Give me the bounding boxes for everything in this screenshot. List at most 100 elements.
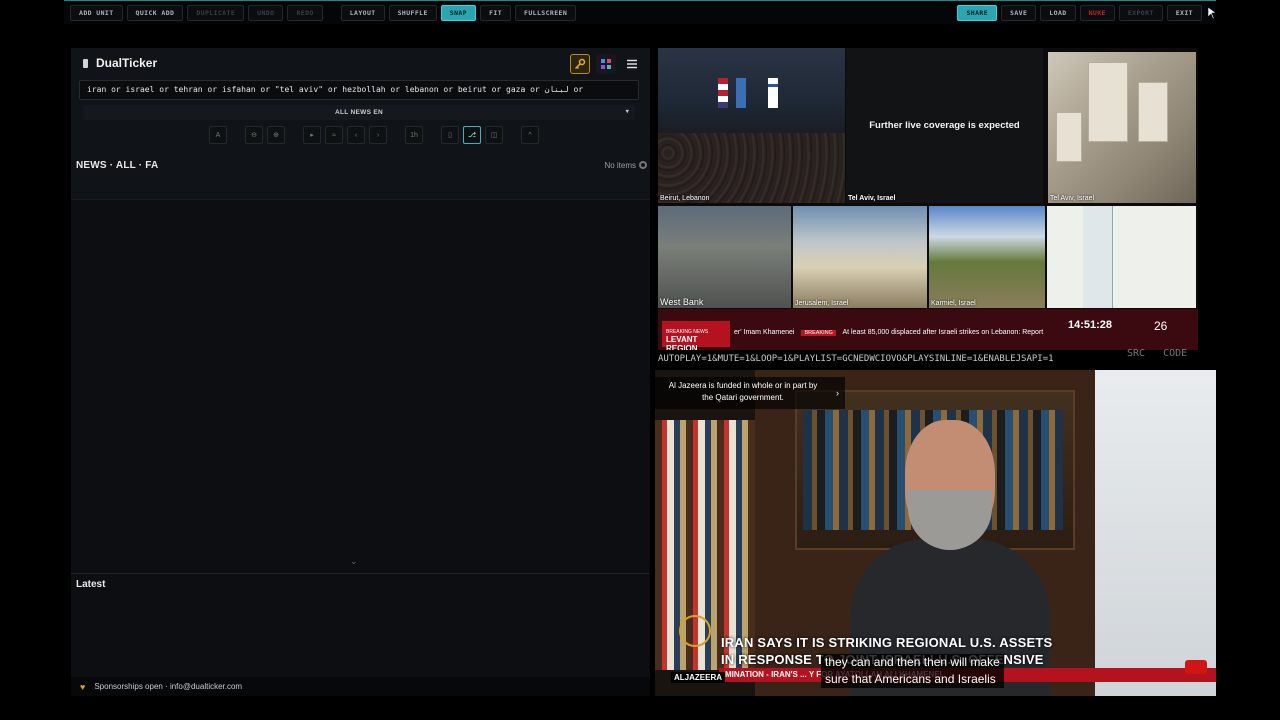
ticker-day: 26 <box>1154 319 1168 333</box>
top-toolbar: ADD UNIT QUICK ADD DUPLICATE UNDO REDO L… <box>64 0 1216 24</box>
funding-notice[interactable]: Al Jazeera is funded in whole or in part… <box>655 377 845 409</box>
item-count: No items <box>604 161 636 170</box>
font-toggle-button[interactable]: A <box>209 126 227 144</box>
brand-logo-icon <box>83 58 88 68</box>
aljazeera-logo-icon <box>679 615 711 647</box>
exit-button[interactable]: EXIT <box>1166 4 1202 21</box>
nuke-button[interactable]: NUKE <box>1079 4 1115 21</box>
settings-gear-icon[interactable] <box>639 161 647 169</box>
video-wall: Beirut, Lebanon Further live coverage is… <box>658 48 1198 350</box>
brand-name: DualTicker <box>96 56 158 70</box>
map-tile[interactable] <box>1047 206 1196 308</box>
time-window-button[interactable]: 1h <box>405 126 423 144</box>
ticker-headline: At least 85,000 displaced after Israeli … <box>842 329 1044 336</box>
caption-line: they can and then then will make <box>825 655 1000 669</box>
zoom-out-icon[interactable]: ⊖ <box>245 126 263 144</box>
main-video-player[interactable]: Al Jazeera is funded in whole or in part… <box>655 370 1216 696</box>
lower-third-line: IRAN SAYS IT IS STRIKING REGIONAL U.S. A… <box>721 635 1053 650</box>
collapse-chevron-icon[interactable]: ⌄ <box>350 556 358 567</box>
video-tile-beirut[interactable]: Beirut, Lebanon <box>658 48 845 203</box>
tile-location: Beirut, Lebanon <box>660 195 710 202</box>
flag-icon <box>718 78 728 108</box>
building <box>1088 62 1128 142</box>
header-icons <box>570 54 642 74</box>
src-link[interactable]: SRC <box>1127 348 1145 359</box>
funding-notice-line: Al Jazeera is funded in whole or in part… <box>668 381 818 390</box>
add-unit-button[interactable]: ADD UNIT <box>70 4 123 21</box>
search-query-input[interactable]: iran or israel or tehran or isfahan or "… <box>79 80 639 100</box>
mouse-cursor-icon <box>1208 6 1216 19</box>
video-tile-placeholder[interactable]: Further live coverage is expected Tel Av… <box>846 48 1043 203</box>
window <box>1095 370 1216 696</box>
ticker-clock: 14:51:28 <box>1068 319 1113 331</box>
ticker-left: er' Imam Khamenei <box>734 329 795 336</box>
sponsor-text[interactable]: Sponsorships open · info@dualticker.com <box>94 682 242 691</box>
chevron-right-icon: › <box>836 388 839 398</box>
chevron-up-icon[interactable]: ^ <box>521 126 539 144</box>
sponsor-footer: ♥ Sponsorships open · info@dualticker.co… <box>71 677 650 696</box>
breaking-tag: BREAKING <box>801 330 836 336</box>
fullscreen-button[interactable]: FULLSCREEN <box>515 4 577 21</box>
next-icon[interactable]: › <box>369 126 387 144</box>
latest-section-title: Latest <box>76 579 106 590</box>
caption-line: sure that Americans and Israelis <box>825 672 996 686</box>
layout-button[interactable]: LAYOUT <box>340 4 385 21</box>
tile-location: Karmiel, Israel <box>931 300 976 307</box>
code-link[interactable]: CODE <box>1163 348 1187 359</box>
video-tile-jerusalem[interactable]: Jerusalem, Israel <box>793 206 927 308</box>
hamburger-menu-icon[interactable] <box>622 54 642 74</box>
quick-add-button[interactable]: QUICK ADD <box>126 4 184 21</box>
closed-caption: they can and then then will make sure th… <box>821 654 1004 688</box>
news-panel-header: DualTicker iran or israel or tehran or i… <box>71 48 650 200</box>
news-panel: DualTicker iran or israel or tehran or i… <box>71 48 650 696</box>
key-icon[interactable] <box>570 54 590 74</box>
tile-location: Tel Aviv, Israel <box>848 195 896 202</box>
share-button[interactable]: SHARE <box>957 4 998 21</box>
channel-name: ALJAZEERA <box>671 672 726 683</box>
load-button[interactable]: LOAD <box>1040 4 1076 21</box>
feed-select[interactable]: ALL NEWS EN ▾ <box>83 105 635 120</box>
tile-location: Jerusalem, Israel <box>795 300 849 307</box>
crowd <box>658 133 845 203</box>
columns-icon[interactable]: ◫ <box>485 126 503 144</box>
region-badge-label: LEVANT REGION <box>666 335 698 350</box>
building <box>1138 82 1168 142</box>
snap-button[interactable]: SNAP <box>440 4 477 21</box>
zoom-in-icon[interactable]: ⊕ <box>267 126 285 144</box>
export-button[interactable]: EXPORT <box>1118 4 1163 21</box>
tile-location: Tel Aviv, Israel <box>1050 195 1095 202</box>
ticker-text: er' Imam Khamenei BREAKING At least 85,0… <box>734 329 1043 336</box>
news-section-title: NEWS · ALL · FA <box>76 160 159 171</box>
tile-location: West Bank <box>660 297 704 307</box>
prev-icon[interactable]: ‹ <box>347 126 365 144</box>
chevron-down-icon: ▾ <box>625 109 629 115</box>
flag-icon <box>736 78 746 108</box>
video-tile-karmiel[interactable]: Karmiel, Israel <box>929 206 1045 308</box>
fit-button[interactable]: FIT <box>480 4 512 21</box>
heart-icon: ♥ <box>80 681 86 692</box>
scroll-top-icon[interactable]: ≈ <box>325 126 343 144</box>
building <box>1056 112 1082 162</box>
toolbar-right-group: SHARE SAVE LOAD NUKE EXPORT EXIT <box>957 4 1216 21</box>
video-tile-tel-aviv[interactable]: Tel Aviv, Israel <box>1048 52 1196 203</box>
funding-notice-line: the Qatari government. <box>702 393 784 402</box>
youtube-icon[interactable] <box>1185 660 1207 674</box>
duplicate-button[interactable]: DUPLICATE <box>187 4 245 21</box>
divider <box>71 573 650 574</box>
flag-icon <box>768 78 778 108</box>
feed-select-value: ALL NEWS EN <box>335 109 383 116</box>
news-ticker: BREAKING NEWS LEVANT REGION er' Imam Kha… <box>658 309 1198 350</box>
save-button[interactable]: SAVE <box>1001 4 1037 21</box>
redo-button[interactable]: REDO <box>287 4 323 21</box>
placeholder-text: Further live coverage is expected <box>869 120 1020 131</box>
video-tile-west-bank[interactable]: West Bank <box>658 206 791 308</box>
shuffle-button[interactable]: SHUFFLE <box>388 4 437 21</box>
region-badge: BREAKING NEWS LEVANT REGION <box>662 321 730 350</box>
filter-icon[interactable]: ⎇ <box>463 126 481 144</box>
bookmark-icon[interactable]: ▯ <box>441 126 459 144</box>
undo-button[interactable]: UNDO <box>248 4 284 21</box>
map-sea <box>1083 206 1113 308</box>
play-icon[interactable]: ▸ <box>303 126 321 144</box>
layout-grid-icon[interactable] <box>596 54 616 74</box>
brand: DualTicker <box>83 56 157 70</box>
